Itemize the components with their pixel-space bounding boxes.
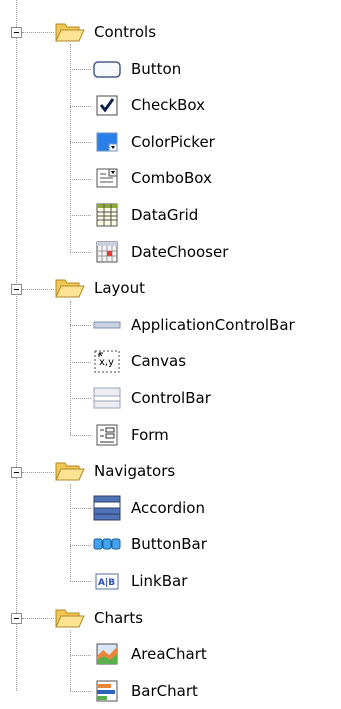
tree-item-label: ApplicationControlBar <box>131 315 295 334</box>
tree-item-button[interactable]: Button <box>89 51 181 87</box>
tree-item-label: Form <box>131 425 169 444</box>
colorpicker-icon <box>89 124 125 160</box>
tree-item-label: ColorPicker <box>131 132 215 151</box>
tree-item-label: CheckBox <box>131 96 206 115</box>
tree-group-label: Navigators <box>94 462 176 481</box>
tree-item-label: DateChooser <box>131 242 229 261</box>
tree-connector <box>70 300 71 435</box>
svg-text:A|B: A|B <box>98 578 115 588</box>
tree-item-datechooser[interactable]: DateChooser <box>89 234 228 270</box>
tree-item-label: Accordion <box>131 498 205 517</box>
tree-connector <box>70 142 91 144</box>
linkbar-icon: A|B <box>89 563 125 599</box>
tree-item-areachart[interactable]: AreaChart <box>89 636 207 672</box>
collapse-toggle[interactable] <box>11 612 22 624</box>
tree-connector <box>70 215 91 217</box>
tree-item-buttonbar[interactable]: ButtonBar <box>89 526 207 562</box>
tree-item-label: ControlBar <box>131 389 211 407</box>
tree-connector <box>70 691 91 693</box>
svg-text:x,y: x,y <box>99 357 114 368</box>
tree-item-label: Button <box>131 59 182 78</box>
tree-connector <box>70 105 91 107</box>
tree-item-label: Canvas <box>131 352 187 371</box>
collapse-toggle[interactable] <box>11 283 22 295</box>
tree-connector <box>70 654 91 656</box>
tree-group-label: Controls <box>94 23 157 41</box>
datagrid-icon <box>89 197 125 233</box>
accordion-icon <box>89 490 125 526</box>
tree-connector <box>70 178 91 180</box>
tree-item-accordion[interactable]: Accordion <box>89 490 205 526</box>
tree-item-label: ButtonBar <box>131 535 207 554</box>
tree-item-controlbar[interactable]: ControlBar <box>89 380 211 416</box>
controlbar-icon <box>89 380 125 416</box>
tree-item-label: LinkBar <box>131 572 188 590</box>
tree-item-label: ComboBox <box>131 169 212 188</box>
tree-item-linkbar[interactable]: A|B LinkBar <box>89 563 187 599</box>
tree-connector <box>70 325 91 327</box>
collapse-toggle[interactable] <box>11 466 22 478</box>
tree-connector <box>16 0 17 691</box>
tree-item-combobox[interactable]: ComboBox <box>89 160 212 196</box>
datechooser-icon <box>89 234 125 270</box>
tree-group-charts[interactable]: Charts <box>52 600 143 636</box>
button-icon <box>89 51 125 87</box>
tree-item-label: AreaChart <box>131 645 207 664</box>
tree-group-controls[interactable]: Controls <box>52 14 156 50</box>
form-icon <box>89 417 125 453</box>
tree-connector <box>22 288 54 290</box>
component-tree: Controls Button CheckBox ColorPicker ComboBo… <box>0 0 341 702</box>
tree-connector <box>70 508 91 510</box>
tree-item-colorpicker[interactable]: ColorPicker <box>89 124 215 160</box>
tree-item-checkbox[interactable]: CheckBox <box>89 87 205 123</box>
tree-connector <box>22 471 54 473</box>
tree-connector <box>70 581 91 583</box>
tree-connector <box>70 361 91 363</box>
tree-connector <box>70 44 71 252</box>
tree-item-canvas[interactable]: x,y Canvas <box>89 343 186 379</box>
checkbox-icon <box>89 87 125 123</box>
areachart-icon <box>89 636 125 672</box>
applicationcontrolbar-icon <box>89 307 125 343</box>
tree-item-datagrid[interactable]: DataGrid <box>89 197 198 233</box>
buttonbar-icon <box>89 526 125 562</box>
tree-group-label: Layout <box>94 279 145 298</box>
tree-connector <box>70 398 91 400</box>
tree-connector <box>70 544 91 546</box>
canvas-icon: x,y <box>89 343 125 379</box>
tree-item-form[interactable]: Form <box>89 417 169 453</box>
tree-connector <box>70 434 91 436</box>
tree-group-layout[interactable]: Layout <box>52 270 145 306</box>
tree-connector <box>70 251 91 253</box>
tree-connector <box>22 617 54 619</box>
tree-item-applicationcontrolbar[interactable]: ApplicationControlBar <box>89 307 295 343</box>
combobox-icon <box>89 160 125 196</box>
tree-item-label: DataGrid <box>131 206 199 224</box>
tree-connector <box>22 32 54 34</box>
collapse-toggle[interactable] <box>11 27 22 39</box>
tree-group-label: Charts <box>94 608 144 627</box>
tree-connector <box>70 68 91 70</box>
tree-connector <box>70 629 71 692</box>
tree-connector <box>70 483 71 582</box>
